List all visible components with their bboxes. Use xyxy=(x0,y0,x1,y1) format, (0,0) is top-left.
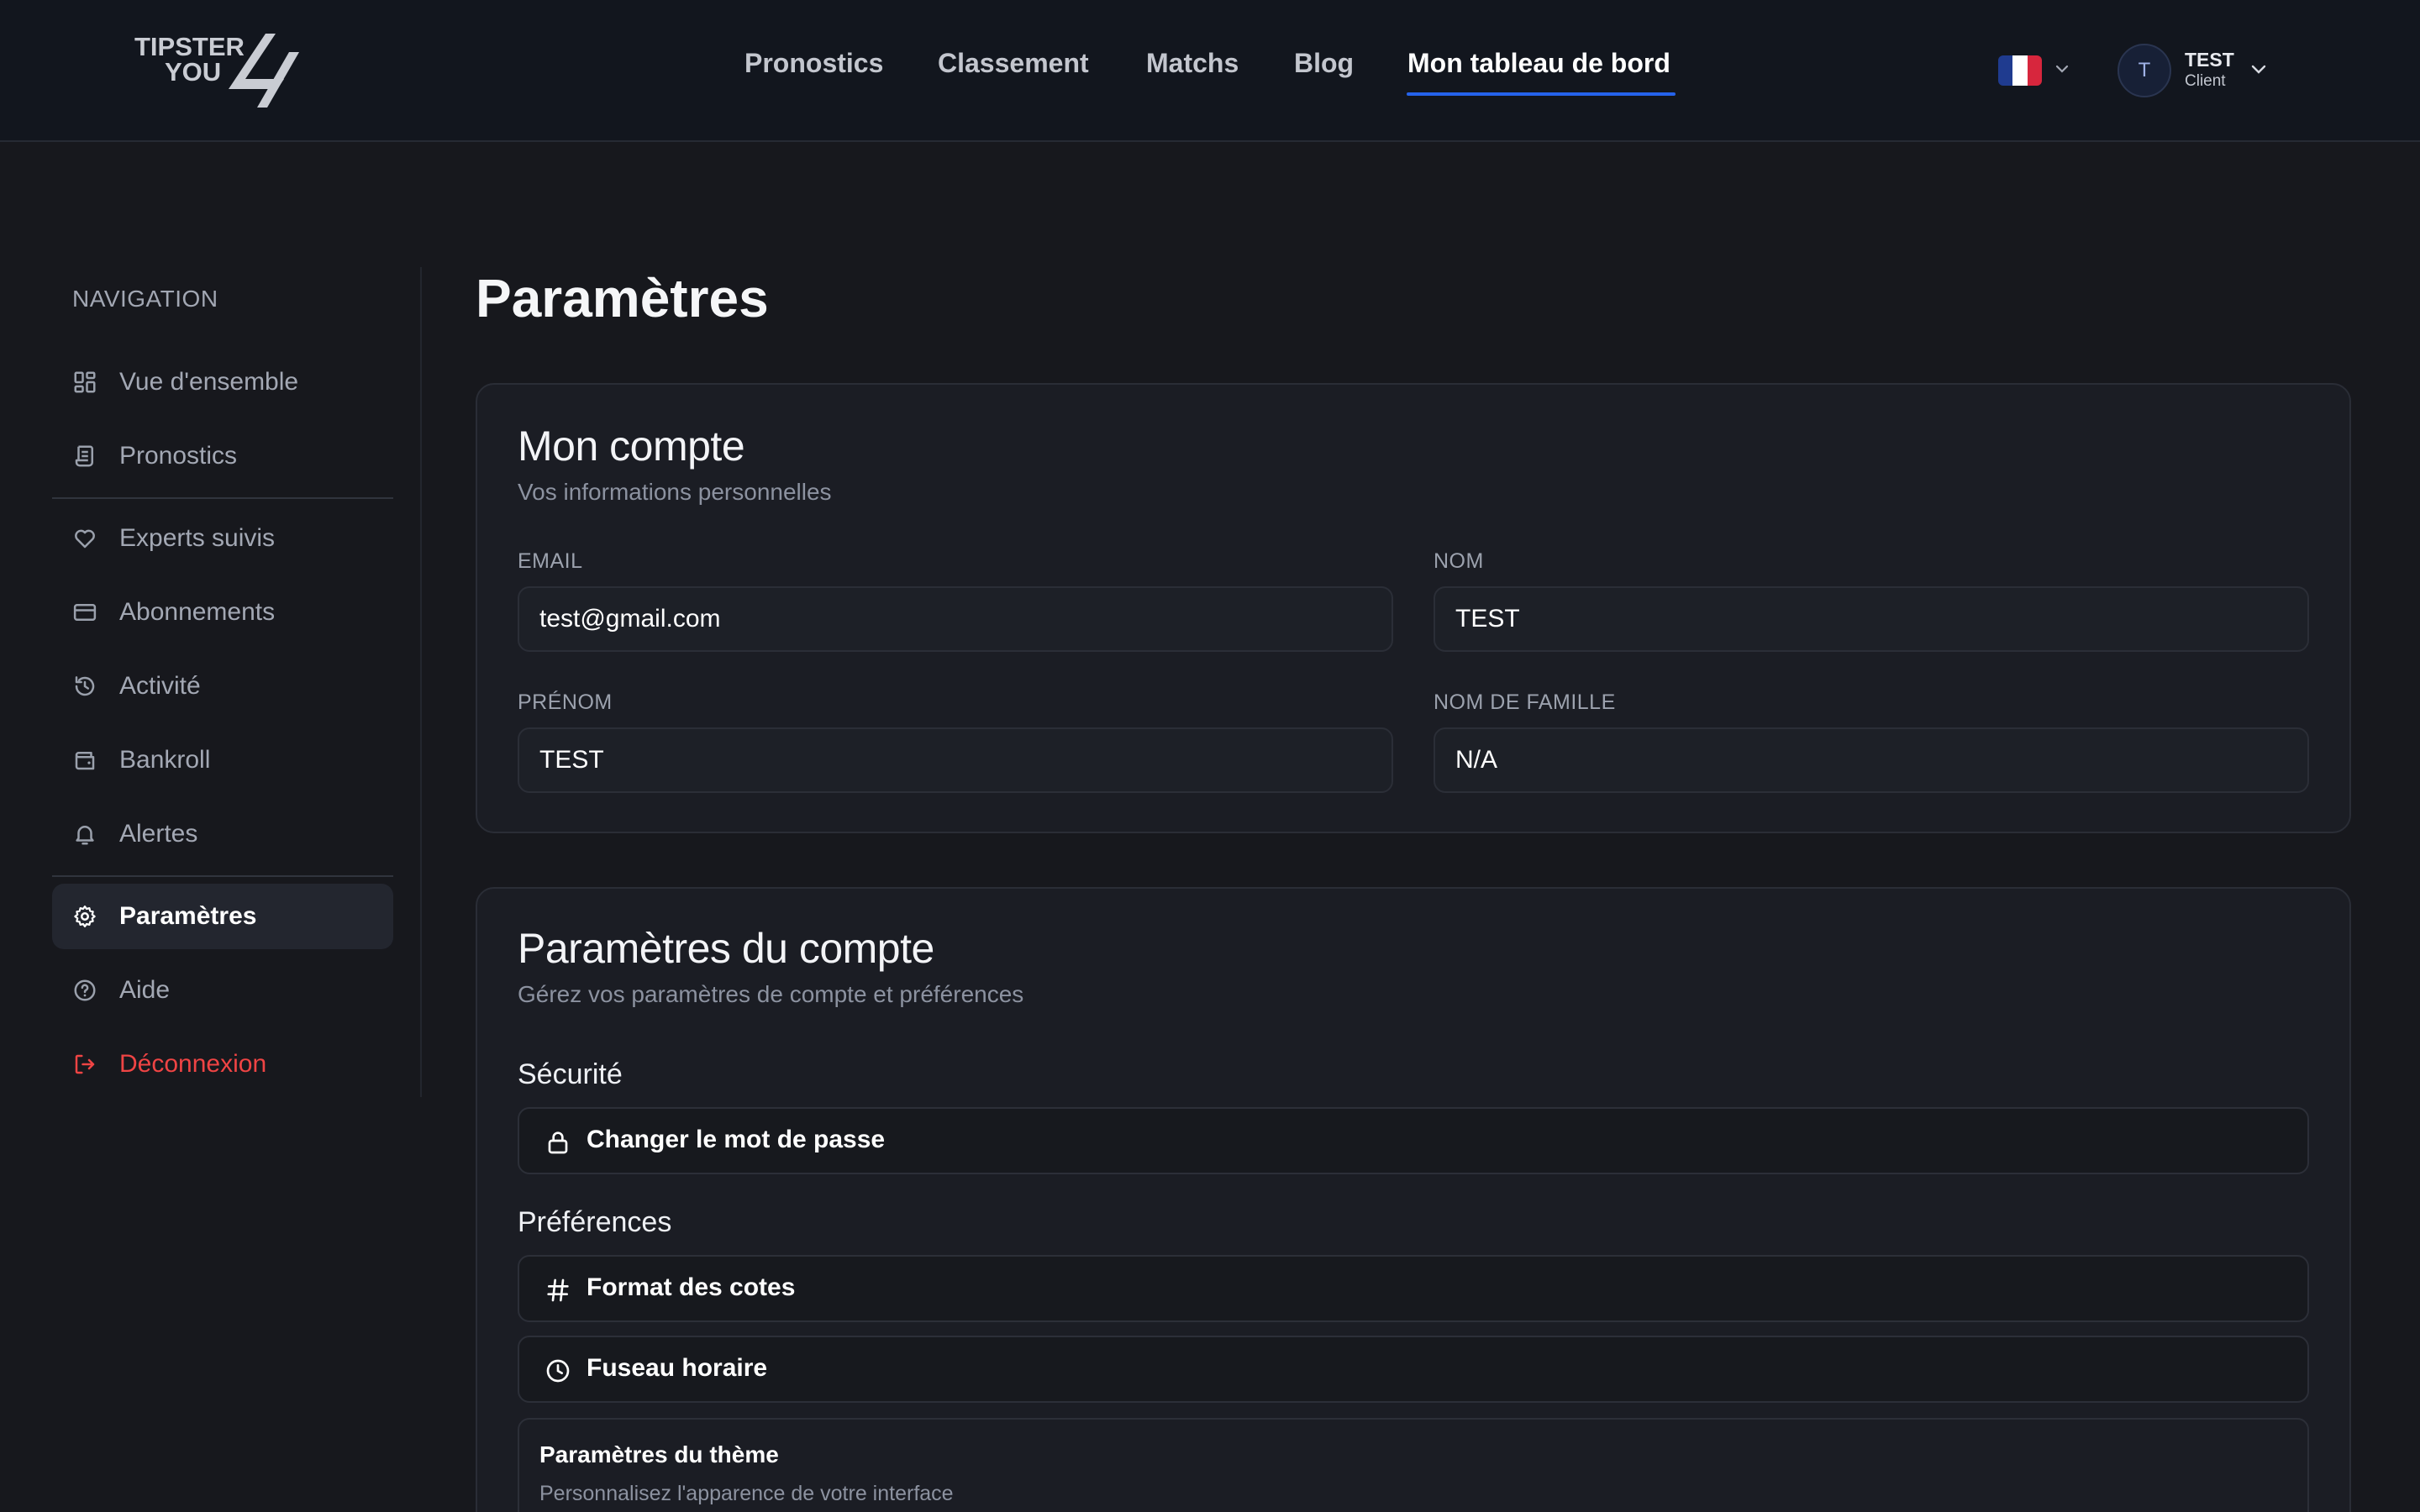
nav-pronostics[interactable]: Pronostics xyxy=(744,44,883,82)
email-label: EMAIL xyxy=(518,549,583,573)
sidebar-item-label: Aide xyxy=(119,976,171,1004)
credit-card-icon xyxy=(73,604,97,621)
change-password-label: Changer le mot de passe xyxy=(587,1126,886,1153)
logo-mark-icon xyxy=(229,34,299,108)
sidebar-item-label: Bankroll xyxy=(119,746,211,774)
sidebar-item-experts-suivis[interactable]: Experts suivis xyxy=(52,506,393,571)
sidebar-item-deconnexion[interactable]: Déconnexion xyxy=(52,1032,393,1097)
sidebar-divider xyxy=(52,875,393,877)
odds-format-label: Format des cotes xyxy=(587,1273,796,1301)
help-circle-icon xyxy=(74,979,96,1001)
dashboard-icon xyxy=(74,371,96,393)
theme-settings-panel[interactable]: Paramètres du thème Personnalisez l'appa… xyxy=(518,1418,2309,1512)
logout-icon xyxy=(75,1054,95,1074)
page-title: Paramètres xyxy=(476,268,769,328)
sidebar-item-label: Abonnements xyxy=(119,598,276,626)
sidebar-item-vue-d-ensemble[interactable]: Vue d'ensemble xyxy=(52,349,393,415)
sidebar-item-label: Alertes xyxy=(119,820,198,848)
sidebar-item-bankroll[interactable]: Bankroll xyxy=(52,727,393,793)
odds-format-button[interactable]: Format des cotes xyxy=(518,1255,2309,1322)
user-menu-chevron-icon[interactable] xyxy=(2249,59,2269,79)
active-nav-underline xyxy=(1407,92,1676,96)
timezone-label: Fuseau horaire xyxy=(587,1354,768,1382)
prenom-field[interactable]: TEST xyxy=(518,727,1393,793)
timezone-button[interactable]: Fuseau horaire xyxy=(518,1336,2309,1403)
nav-blog[interactable]: Blog xyxy=(1294,44,1354,82)
sidebar-item-parametres[interactable]: Paramètres xyxy=(52,884,393,949)
avatar[interactable]: T xyxy=(2118,44,2171,97)
account-settings-card: Paramètres du compte Gérez vos paramètre… xyxy=(476,887,2351,1512)
history-icon xyxy=(75,676,95,696)
sidebar-divider xyxy=(52,497,393,499)
chevron-down-icon xyxy=(2055,65,2069,73)
nav-mon-tableau-de-bord[interactable]: Mon tableau de bord xyxy=(1407,44,1670,82)
sidebar-item-label: Activité xyxy=(119,672,201,700)
top-navbar: TIPSTER YOU Pronostics Classement Matchs… xyxy=(0,0,2420,142)
nom-field[interactable]: TEST xyxy=(1434,586,2309,652)
sidebar-item-label: Pronostics xyxy=(119,442,238,470)
preferences-section-label: Préférences xyxy=(518,1206,672,1238)
wallet-icon xyxy=(75,752,95,770)
sidebar-item-abonnements[interactable]: Abonnements xyxy=(52,580,393,645)
email-field[interactable]: test@gmail.com xyxy=(518,586,1393,652)
account-card-title: Mon compte xyxy=(518,423,745,470)
settings-card-subtitle: Gérez vos paramètres de compte et préfér… xyxy=(518,981,1024,1007)
sidebar-item-activite[interactable]: Activité xyxy=(52,654,393,719)
nom-label: NOM xyxy=(1434,549,1484,573)
nom-de-famille-field[interactable]: N/A xyxy=(1434,727,2309,793)
theme-settings-subtitle: Personnalisez l'apparence de votre inter… xyxy=(539,1482,954,1505)
sidebar-item-pronostics[interactable]: Pronostics xyxy=(52,423,393,489)
sidebar-item-aide[interactable]: Aide xyxy=(52,958,393,1023)
account-card: Mon compte Vos informations personnelles… xyxy=(476,383,2351,833)
language-selector[interactable] xyxy=(1998,55,2074,86)
heart-icon xyxy=(75,529,95,549)
change-password-button[interactable]: Changer le mot de passe xyxy=(518,1107,2309,1174)
nom-de-famille-label: NOM DE FAMILLE xyxy=(1434,690,1616,714)
settings-card-title: Paramètres du compte xyxy=(518,925,934,972)
security-section-label: Sécurité xyxy=(518,1058,623,1090)
tipster-you-logo[interactable]: TIPSTER YOU xyxy=(133,30,301,111)
user-role: Client xyxy=(2185,72,2226,90)
prenom-label: PRÉNOM xyxy=(518,690,613,714)
french-flag-icon xyxy=(1998,55,2042,86)
nav-classement[interactable]: Classement xyxy=(938,44,1089,82)
lock-icon xyxy=(548,1131,568,1154)
account-card-subtitle: Vos informations personnelles xyxy=(518,479,832,505)
sidebar-item-label: Vue d'ensemble xyxy=(119,368,299,396)
theme-settings-title: Paramètres du thème xyxy=(539,1441,779,1467)
sidebar-item-label: Experts suivis xyxy=(119,524,276,552)
sidebar-border xyxy=(420,267,422,1097)
sidebar-item-alertes[interactable]: Alertes xyxy=(52,801,393,867)
sidebar-item-label: Déconnexion xyxy=(119,1050,267,1078)
clock-icon xyxy=(546,1359,570,1383)
scroll-icon xyxy=(75,445,93,467)
gear-icon xyxy=(74,906,96,927)
bell-icon xyxy=(76,826,94,845)
sidebar-heading: NAVIGATION xyxy=(72,286,218,312)
user-name[interactable]: TEST xyxy=(2185,49,2234,71)
hash-icon xyxy=(547,1278,569,1302)
nav-matchs[interactable]: Matchs xyxy=(1146,44,1239,82)
sidebar-item-label: Paramètres xyxy=(119,902,257,930)
